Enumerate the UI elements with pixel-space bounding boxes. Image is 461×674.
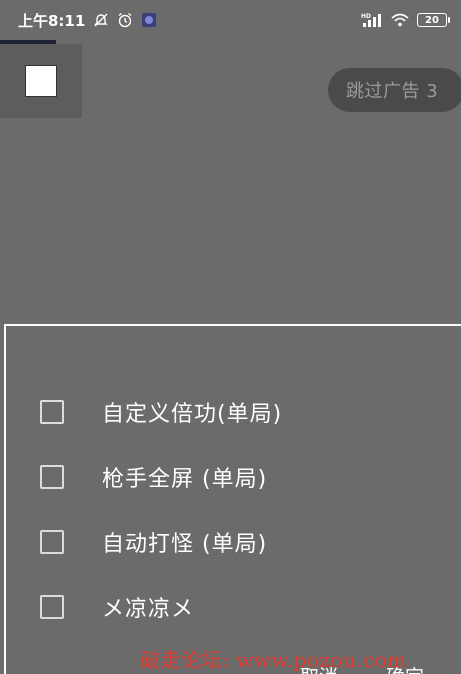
status-left: 上午8:11	[18, 10, 157, 31]
alarm-icon	[117, 12, 133, 28]
skip-ad-button[interactable]: 跳过广告 3	[328, 68, 461, 112]
option-auto-fight[interactable]: 自动打怪 (单局)	[40, 522, 267, 562]
signal-hd-label: HD	[361, 13, 371, 20]
floating-menu-widget[interactable]	[0, 44, 82, 118]
battery-level: 20	[425, 14, 439, 26]
option-label: 自动打怪 (单局)	[102, 532, 268, 557]
option-gunner-fullscreen[interactable]: 枪手全屏 (单局)	[40, 457, 267, 497]
option-label: メ凉凉メ	[102, 597, 195, 622]
mute-bell-icon	[93, 12, 109, 28]
site-watermark: 破走论坛: www.pozou.com	[140, 648, 407, 672]
floating-square-icon	[25, 65, 57, 97]
wifi-icon	[391, 13, 409, 27]
status-time: 上午8:11	[18, 11, 86, 30]
checkbox[interactable]	[40, 530, 64, 554]
status-bar: 上午8:11 HD 20	[0, 0, 461, 40]
options-dialog: 自定义倍功(单局) 枪手全屏 (单局) 自动打怪 (单局) メ凉凉メ 取消 确定	[4, 324, 461, 674]
checkbox[interactable]	[40, 400, 64, 424]
app-thumb-icon	[141, 12, 157, 28]
option-label: 枪手全屏 (单局)	[102, 467, 268, 492]
option-label: 自定义倍功(单局)	[102, 402, 283, 427]
option-liangliang[interactable]: メ凉凉メ	[40, 587, 194, 627]
hd-signal-icon: HD	[361, 12, 383, 28]
checkbox[interactable]	[40, 595, 64, 619]
skip-ad-label: 跳过广告 3	[346, 81, 439, 102]
checkbox[interactable]	[40, 465, 64, 489]
option-custom-multiplier[interactable]: 自定义倍功(单局)	[40, 392, 282, 432]
status-right: HD 20	[361, 12, 450, 28]
battery-icon: 20	[417, 13, 450, 27]
